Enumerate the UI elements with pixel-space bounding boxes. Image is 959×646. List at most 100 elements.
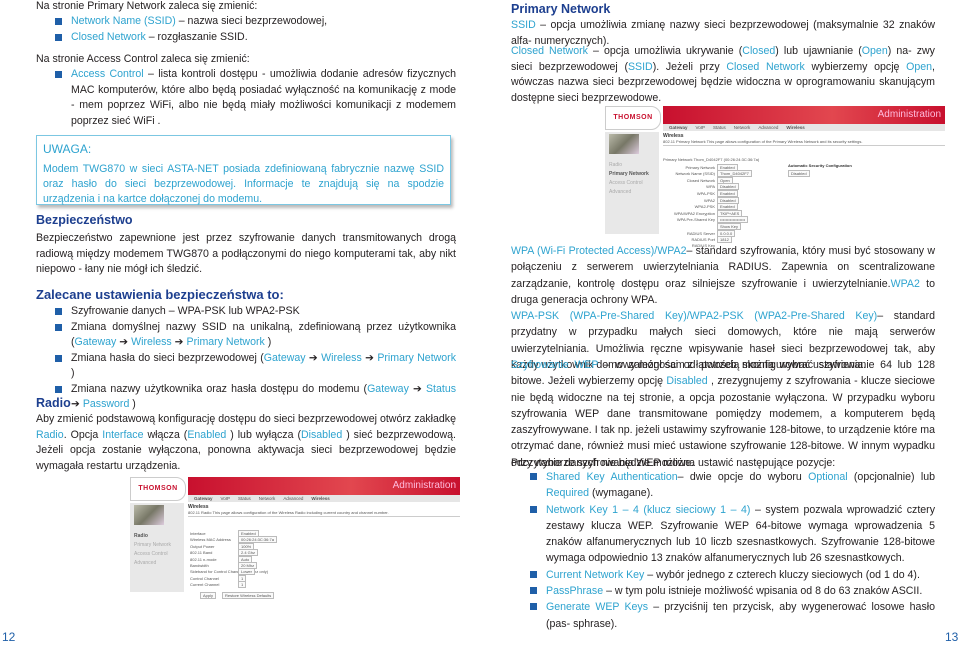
highlighted-term: Closed Network (726, 60, 805, 73)
text-run: Zmiana nazwy użytkownika oraz hasła dost… (71, 382, 368, 395)
auto-security-value: Disabled (786, 170, 810, 177)
text-run: – w tym polu istnieje możliwość wpisania… (603, 585, 923, 598)
field-label: Primary Network Thom_D4042F7 (00:26:24:3… (663, 157, 760, 162)
recommended-list: Szyfrowanie danych – WPA-PSK lub WPA2-PS… (36, 304, 456, 413)
thomson-logo: THOMSON (605, 106, 661, 130)
highlighted-term: Disabled (300, 428, 343, 441)
list-item: Shared Key Authentication– dwie opcje do… (511, 469, 935, 502)
administration-banner: Administration (663, 106, 945, 124)
nav-tab: VoIP (220, 496, 231, 501)
intro-access-control: Na stronie Access Control zaleca się zmi… (36, 52, 456, 68)
text-run: włącza ( (143, 428, 188, 441)
wep-text: Szyfrowanie WEP – w zależności od potrze… (511, 357, 935, 471)
sidebar-item: Primary Network (134, 542, 171, 548)
nav-tabs: Gateway VoIP Status Network Advanced Wireless (188, 495, 460, 502)
highlighted-term: Closed Network (71, 30, 146, 43)
note-title: UWAGA: (43, 142, 92, 156)
highlighted-term: SSID (627, 60, 653, 73)
button-label: Apply (200, 591, 217, 599)
highlighted-term: Gateway (263, 351, 306, 364)
highlighted-term: Wireless (131, 336, 172, 348)
main-panel: Wireless 802.11 Radio This page allows co… (188, 504, 460, 599)
text-run: wybierzemy opcję (804, 60, 907, 73)
highlighted-term: Open (861, 45, 888, 57)
text-run: Zmiana hasła do sieci bezprzewodowej ( (71, 351, 264, 364)
highlighted-term: PassPhrase (546, 585, 604, 598)
page-number-left: 12 (2, 630, 16, 644)
highlighted-term: SSID (511, 19, 536, 31)
form-row: Primary Network Thom_D4042F7 (00:26:24:3… (663, 157, 760, 163)
highlighted-term: Current Network Key (546, 568, 645, 581)
highlighted-term: WPA2 (890, 277, 920, 290)
sidebar-item: Advanced (134, 560, 157, 566)
highlighted-term: Network Name (SSID) (71, 15, 176, 27)
text-run: . Opcja (63, 428, 103, 441)
highlighted-term: Password (82, 398, 130, 410)
note-box: UWAGA: Modem TWG870 w sieci ASTA-NET pos… (36, 135, 451, 205)
highlighted-term: Disabled (666, 375, 708, 388)
text-run: Primary Network (87, 0, 166, 12)
security-text: Bezpieczeństwo zapewnione jest przez szy… (36, 231, 456, 278)
highlighted-term: WPA (Wi-Fi Protected Access)/WPA2 (511, 245, 687, 257)
highlighted-term: Gateway (74, 336, 117, 348)
form-button: Restore Wireless Defaults (220, 591, 275, 599)
highlighted-term: Szyfrowanie WEP (511, 359, 599, 371)
highlighted-term: Gateway (367, 382, 409, 395)
text-run: – opcja umożliwia ukrywanie ( (587, 45, 743, 57)
intro-primary-network: Na stronie Primary Network zaleca się zm… (36, 0, 456, 15)
nav-tab: Network (258, 496, 276, 501)
text-run: , zrezygnujemy z szyfrowania - klucze si… (511, 375, 936, 469)
text-run: zaleca się zmienić: (165, 0, 258, 12)
radio-heading: Radio (36, 396, 71, 410)
nav-tabs: Gateway VoIP Status Network Advanced Wireless (663, 124, 945, 131)
highlighted-term: Closed Network (511, 45, 588, 57)
highlighted-term: Status (425, 382, 457, 395)
text-run: ) lub wyłącza ( (226, 428, 301, 441)
sidebar-item: Advanced (609, 189, 632, 195)
form-row: Current Channel 1 (190, 581, 247, 589)
user-photo (609, 134, 639, 154)
highlighted-term: Optional (808, 471, 848, 483)
highlighted-term: Primary Network (186, 336, 265, 348)
text-run: ➔ (116, 336, 132, 348)
highlighted-term: Enabled (187, 428, 227, 441)
wpa-text: WPA (Wi-Fi Protected Access)/WPA2– stand… (511, 243, 935, 308)
note-text: Modem TWG870 w sieci ASTA-NET posiada zd… (43, 162, 444, 205)
text-run: ➔ (71, 398, 83, 410)
text-run: Szyfrowanie danych – WPA-PSK lub WPA2-PS… (71, 305, 300, 317)
text-run: Na stronie Access Control zaleca się zmi… (36, 53, 250, 65)
list-item: Zmiana hasła do sieci bezprzewodowej (Ga… (36, 351, 456, 382)
nav-tab: Gateway (194, 496, 213, 501)
list-item: Zmiana nazwy użytkownika oraz hasła dost… (36, 382, 456, 413)
nav-tab: Wireless (786, 125, 805, 130)
text-run: ➔ (171, 336, 187, 348)
field-value: Disabled (788, 170, 810, 177)
primary-network-list: Network Name (SSID) – nazwa sieci bezprz… (36, 14, 456, 45)
highlighted-term: Network Key 1 – 4 (klucz sieciowy 1 – 4) (546, 503, 751, 516)
highlighted-term: Open (906, 60, 933, 73)
list-item: Zmiana domyślnej nazwy SSID na unikalną,… (36, 320, 456, 351)
field-value: 1 (238, 581, 247, 589)
highlighted-term: Wireless (321, 351, 362, 364)
sidebar-item: Radio (134, 533, 148, 539)
text-run: ➔ (408, 382, 426, 395)
list-item: Current Network Key – wybór jednego z cz… (511, 567, 935, 583)
text-run: ) (71, 367, 75, 379)
text-run: ) (264, 336, 272, 348)
list-item: Access Control – lista kontroli dostępu … (36, 67, 456, 129)
wep-options-list: Shared Key Authentication– dwie opcje do… (511, 469, 935, 632)
closed-network-text: Closed Network – opcja umożliwia ukrywan… (511, 44, 935, 106)
auto-security-title: Automatic Security Configuration (788, 163, 852, 168)
security-heading: Bezpieczeństwo (36, 213, 133, 227)
text-run: – opcja umożliwia zmianę nazwy sieci bez… (511, 19, 935, 47)
text-run: ). Jeżeli przy (652, 60, 727, 73)
list-item: Szyfrowanie danych – WPA-PSK lub WPA2-PS… (36, 304, 456, 320)
main-panel: Wireless 802.11 Primary Network This page… (663, 133, 945, 248)
recommended-heading: Zalecane ustawienia bezpieczeństwa to: (36, 287, 284, 302)
panel-subtitle: 802.11 Primary Network This page allows … (663, 139, 945, 146)
list-item: Generate WEP Keys – przyciśnij ten przyc… (511, 599, 935, 632)
nav-tab: Advanced (283, 496, 304, 501)
text-run: (wymagane). (589, 487, 654, 500)
text-run: Na stronie (36, 0, 88, 12)
highlighted-term: Access Control (71, 68, 144, 80)
